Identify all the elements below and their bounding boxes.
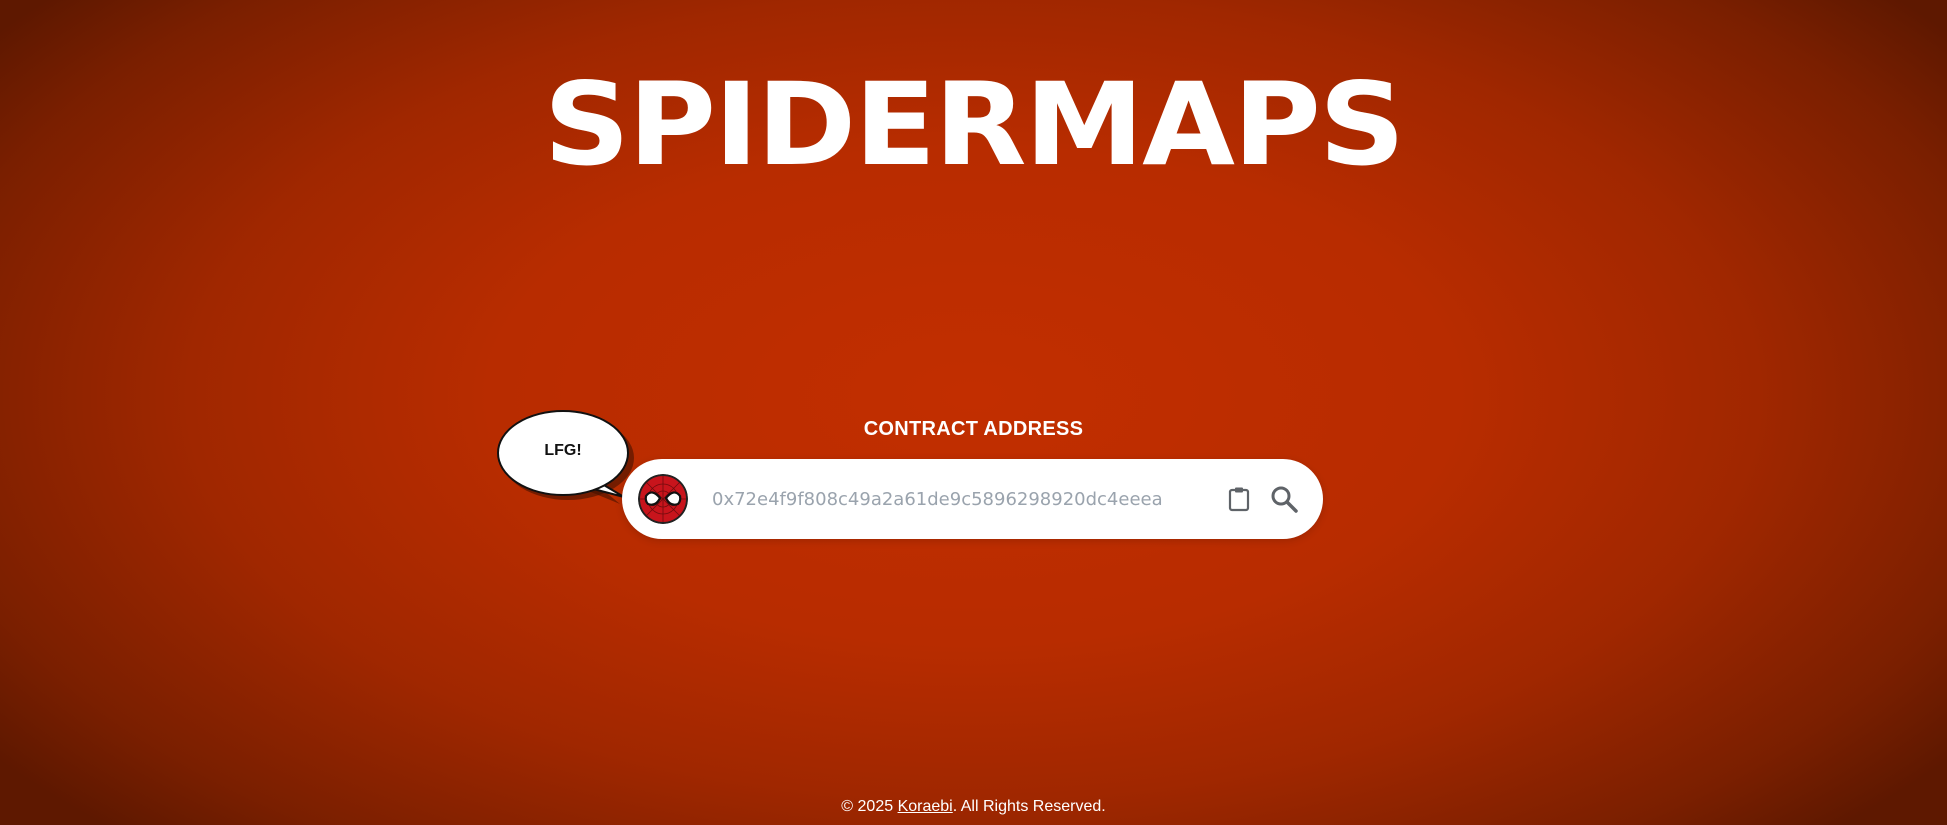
- footer: © 2025 Koraebi. All Rights Reserved.: [0, 798, 1947, 816]
- search-icon: [1271, 486, 1298, 513]
- footer-koraebi-link[interactable]: Koraebi: [898, 798, 953, 815]
- paste-button[interactable]: [1222, 482, 1256, 516]
- speech-bubble-text: LFG!: [544, 442, 582, 459]
- spiderman-mask-icon: [638, 474, 688, 524]
- contract-address-input[interactable]: [712, 477, 1162, 521]
- clipboard-icon: [1228, 487, 1250, 512]
- speech-bubble: LFG!: [496, 408, 638, 508]
- footer-rights: . All Rights Reserved.: [952, 798, 1106, 815]
- footer-copyright: © 2025: [841, 798, 898, 815]
- contract-search-bar: [622, 459, 1323, 539]
- search-button[interactable]: [1265, 480, 1303, 518]
- page-title: SPIDERMAPS: [543, 59, 1406, 192]
- contract-address-label: CONTRACT ADDRESS: [863, 418, 1084, 440]
